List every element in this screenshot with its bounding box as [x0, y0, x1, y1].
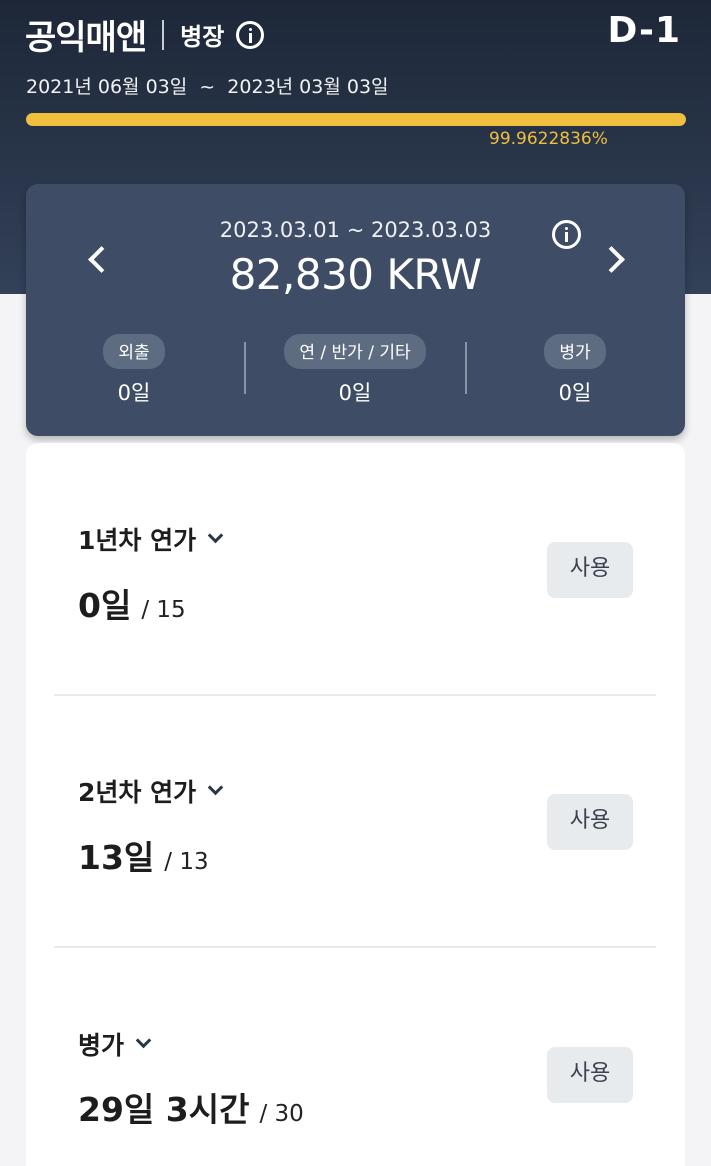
stat-outing: 외출 0일: [34, 334, 234, 407]
leave-type-label: 2년차 연가: [78, 778, 197, 807]
list-item: 병가 29일 3시간 / 30 사용: [26, 947, 685, 1166]
stat-divider: [244, 342, 246, 394]
app-header: 공익매앤 병장 D-1 2021년 06월 03일 ~ 2023년 03월 03…: [0, 0, 711, 180]
app-title: 공익매앤: [25, 18, 147, 58]
stat-sick-leave: 병가 0일: [475, 334, 675, 407]
leave-balance: 13일 / 13: [78, 831, 209, 879]
list-item: 1년차 연가 0일 / 15 사용: [26, 443, 685, 695]
stat-divider: [465, 342, 467, 394]
chevron-right-icon[interactable]: [602, 242, 626, 276]
list-item: 2년차 연가 13일 / 13 사용: [26, 695, 685, 947]
leave-balance: 29일 3시간 / 30: [78, 1083, 304, 1131]
stat-annual-leave: 연 / 반가 / 기타 0일: [255, 334, 455, 407]
title-row: 공익매앤 병장: [25, 10, 265, 59]
stat-label: 외출: [103, 334, 165, 369]
dday-counter: D-1: [607, 10, 681, 51]
chevron-down-icon: [207, 779, 224, 796]
service-period: 2021년 06월 03일 ~ 2023년 03월 03일: [26, 76, 389, 98]
service-progress-bar: [26, 113, 686, 126]
chevron-down-icon: [207, 527, 224, 544]
chevron-down-icon: [135, 1032, 152, 1049]
leave-total: / 15: [141, 597, 186, 623]
use-leave-button[interactable]: 사용: [547, 542, 633, 598]
leave-total: / 30: [259, 1101, 304, 1127]
leave-type-dropdown[interactable]: 2년차 연가: [78, 773, 224, 809]
stat-label: 병가: [544, 334, 606, 369]
use-leave-button[interactable]: 사용: [547, 794, 633, 850]
pay-summary-card: 2023.03.01 ~ 2023.03.03 82,830 KRW 외출 0일…: [26, 184, 685, 436]
leave-type-dropdown[interactable]: 병가: [78, 1026, 152, 1062]
stat-label: 연 / 반가 / 기타: [284, 334, 426, 369]
leave-used: 29일 3시간: [78, 1090, 250, 1129]
leave-total: / 13: [164, 849, 209, 875]
leave-used: 0일: [78, 586, 132, 625]
info-icon[interactable]: [552, 220, 581, 249]
service-progress-fill: [26, 113, 686, 126]
stat-value: 0일: [338, 381, 372, 405]
leave-type-label: 병가: [78, 1031, 125, 1060]
service-progress-percent: 99.9622836%: [489, 129, 608, 149]
rank-label: 병장: [180, 23, 225, 51]
title-divider: [162, 19, 165, 50]
leave-type-dropdown[interactable]: 1년차 연가: [78, 521, 224, 557]
use-leave-button[interactable]: 사용: [547, 1047, 633, 1103]
leave-used: 13일: [78, 838, 155, 877]
leave-list-card: 1년차 연가 0일 / 15 사용 2년차 연가 13일 / 13 사용 병가 29…: [26, 443, 685, 1166]
pay-amount: 82,830 KRW: [229, 250, 482, 299]
leave-type-label: 1년차 연가: [78, 526, 197, 555]
stat-value: 0일: [558, 381, 592, 405]
info-icon[interactable]: [236, 20, 265, 49]
stat-value: 0일: [117, 381, 151, 405]
leave-balance: 0일 / 15: [78, 579, 186, 627]
pay-period: 2023.03.01 ~ 2023.03.03: [219, 218, 492, 242]
